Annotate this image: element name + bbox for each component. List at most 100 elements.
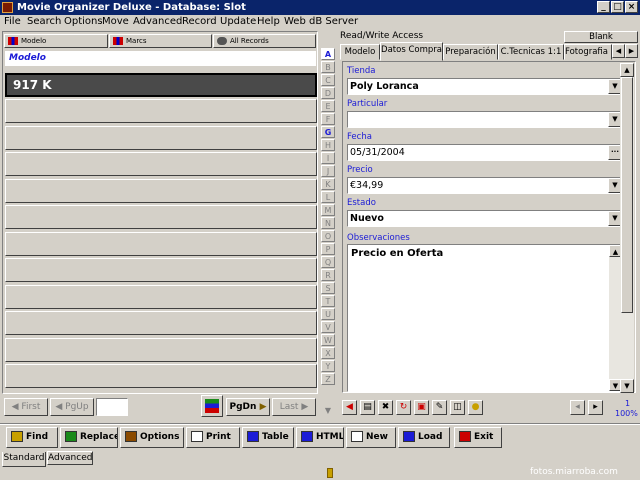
alphabet-letter-h[interactable]: H [321,139,335,151]
menu-web-db-server[interactable]: Web dB Server [284,15,358,29]
list-item[interactable] [5,258,317,282]
tab-modelo[interactable]: Modelo [340,44,380,60]
alphabet-letter-i[interactable]: I [321,152,335,164]
alphabet-letter-g[interactable]: G [321,126,335,138]
menu-help[interactable]: Help [257,15,280,29]
menu-update[interactable]: Update [220,15,256,29]
alphabet-letter-o[interactable]: O [321,230,335,242]
tab-scroll-left-icon[interactable]: ◀ [612,44,625,58]
view-image-icon[interactable]: ◫ [450,400,465,415]
scroll-down-icon[interactable]: ▼ [620,379,634,393]
alphabet-letter-c[interactable]: C [321,74,335,86]
fecha-field[interactable]: 05/31/2004 ··· [347,144,623,161]
alphabet-letter-p[interactable]: P [321,243,335,255]
tab-datos-compra[interactable]: Datos Compra [380,42,443,61]
alphabet-letter-d[interactable]: D [321,87,335,99]
edit-image-icon[interactable]: ✎ [432,400,447,415]
next-image-icon[interactable]: ▸ [588,400,603,415]
alphabet-letter-a[interactable]: A [321,48,335,60]
first-button[interactable]: ◀ First [4,398,48,416]
alphabet-letter-s[interactable]: S [321,282,335,294]
list-item[interactable] [5,364,317,388]
html-button[interactable]: HTML [296,427,344,448]
alphabet-letter-m[interactable]: M [321,204,335,216]
list-item[interactable] [5,338,317,362]
menu-move[interactable]: Move [102,15,129,29]
list-item[interactable] [5,311,317,335]
alphabet-letter-n[interactable]: N [321,217,335,229]
alphabet-letter-l[interactable]: L [321,191,335,203]
alphabet-letter-b[interactable]: B [321,61,335,73]
list-item[interactable] [5,126,317,150]
menu-options[interactable]: Options [64,15,103,29]
maximize-button[interactable]: □ [611,1,624,13]
list-item[interactable] [5,232,317,256]
scroll-thumb[interactable] [621,77,633,313]
last-button[interactable]: Last ▶ [272,398,316,416]
options-button[interactable]: Options [120,427,184,448]
list-item[interactable] [5,205,317,229]
back-arrow-icon[interactable]: ◀ [342,400,357,415]
form-scrollbar[interactable]: ▲ ▼ [620,63,634,393]
scroll-up-icon[interactable]: ▲ [620,63,634,77]
pgdn-button[interactable]: PgDn ▶ [226,398,270,416]
tab-scroll-right-icon[interactable]: ▶ [625,44,638,58]
tab-fotografia[interactable]: Fotografia 1 [564,44,612,60]
list-item[interactable] [5,99,317,123]
alphabet-letter-j[interactable]: J [321,165,335,177]
tab-c-tecnicas[interactable]: C.Tecnicas 1:1 [498,44,564,60]
alphabet-letter-z[interactable]: Z [321,373,335,385]
lightbulb-icon[interactable]: ● [468,400,483,415]
load-button[interactable]: Load [398,427,450,448]
fecha-label: Fecha [347,132,372,142]
menu-advanced[interactable]: Advanced [133,15,182,29]
tab-preparacion[interactable]: Preparación [443,44,498,60]
alphabet-letter-e[interactable]: E [321,100,335,112]
menu-search[interactable]: Search [27,15,61,29]
find-button[interactable]: Find [6,427,58,448]
alphabet-letter-x[interactable]: X [321,347,335,359]
print-button[interactable]: Print [186,427,240,448]
alphabet-letter-t[interactable]: T [321,295,335,307]
alphabet-letter-w[interactable]: W [321,334,335,346]
pgup-button[interactable]: ◀ PgUp [50,398,94,416]
list-item[interactable] [5,152,317,176]
exit-button[interactable]: Exit [454,427,502,448]
list-item[interactable] [5,179,317,203]
jump-input[interactable] [96,398,128,416]
alphabet-letter-r[interactable]: R [321,269,335,281]
print-record-icon[interactable]: ▤ [360,400,375,415]
tab-standard[interactable]: Standard [2,452,46,467]
remove-image-icon[interactable]: ▣ [414,400,429,415]
minimize-button[interactable]: _ [597,1,610,13]
precio-select[interactable]: €34,99 ▼ [347,177,623,194]
alphabet-letter-f[interactable]: F [321,113,335,125]
estado-select[interactable]: Nuevo ▼ [347,210,623,227]
alphabet-letter-k[interactable]: K [321,178,335,190]
sort-marcs-button[interactable]: Marcs [109,34,212,48]
alphabet-letter-y[interactable]: Y [321,360,335,372]
tab-advanced[interactable]: Advanced [47,451,93,465]
list-item-selected[interactable]: 917 K [5,73,317,97]
refresh-icon[interactable]: ↻ [396,400,411,415]
menu-record[interactable]: Record [182,15,217,29]
tienda-select[interactable]: Poly Loranca ▼ [347,78,623,95]
table-button[interactable]: Table [242,427,294,448]
alphabet-letter-u[interactable]: U [321,308,335,320]
blank-button[interactable]: Blank [564,31,638,43]
particular-select[interactable]: ▼ [347,111,623,128]
list-item[interactable] [5,285,317,309]
menu-file[interactable]: File [4,15,21,29]
observaciones-textarea[interactable]: Precio en Oferta ▲ ▼ [347,244,623,392]
alphabet-letter-q[interactable]: Q [321,256,335,268]
delete-icon[interactable]: ✖ [378,400,393,415]
sort-modelo-button[interactable]: Modelo [4,34,108,48]
all-records-button[interactable]: All Records [213,34,316,48]
db-icon-button[interactable] [201,395,223,417]
new-button[interactable]: New [346,427,396,448]
prev-image-icon[interactable]: ◂ [570,400,585,415]
alphabet-letter-v[interactable]: V [321,321,335,333]
alphabet-scroll-down-icon[interactable]: ▼ [321,405,335,417]
replace-button[interactable]: Replace [60,427,118,448]
close-button[interactable]: × [625,1,638,13]
